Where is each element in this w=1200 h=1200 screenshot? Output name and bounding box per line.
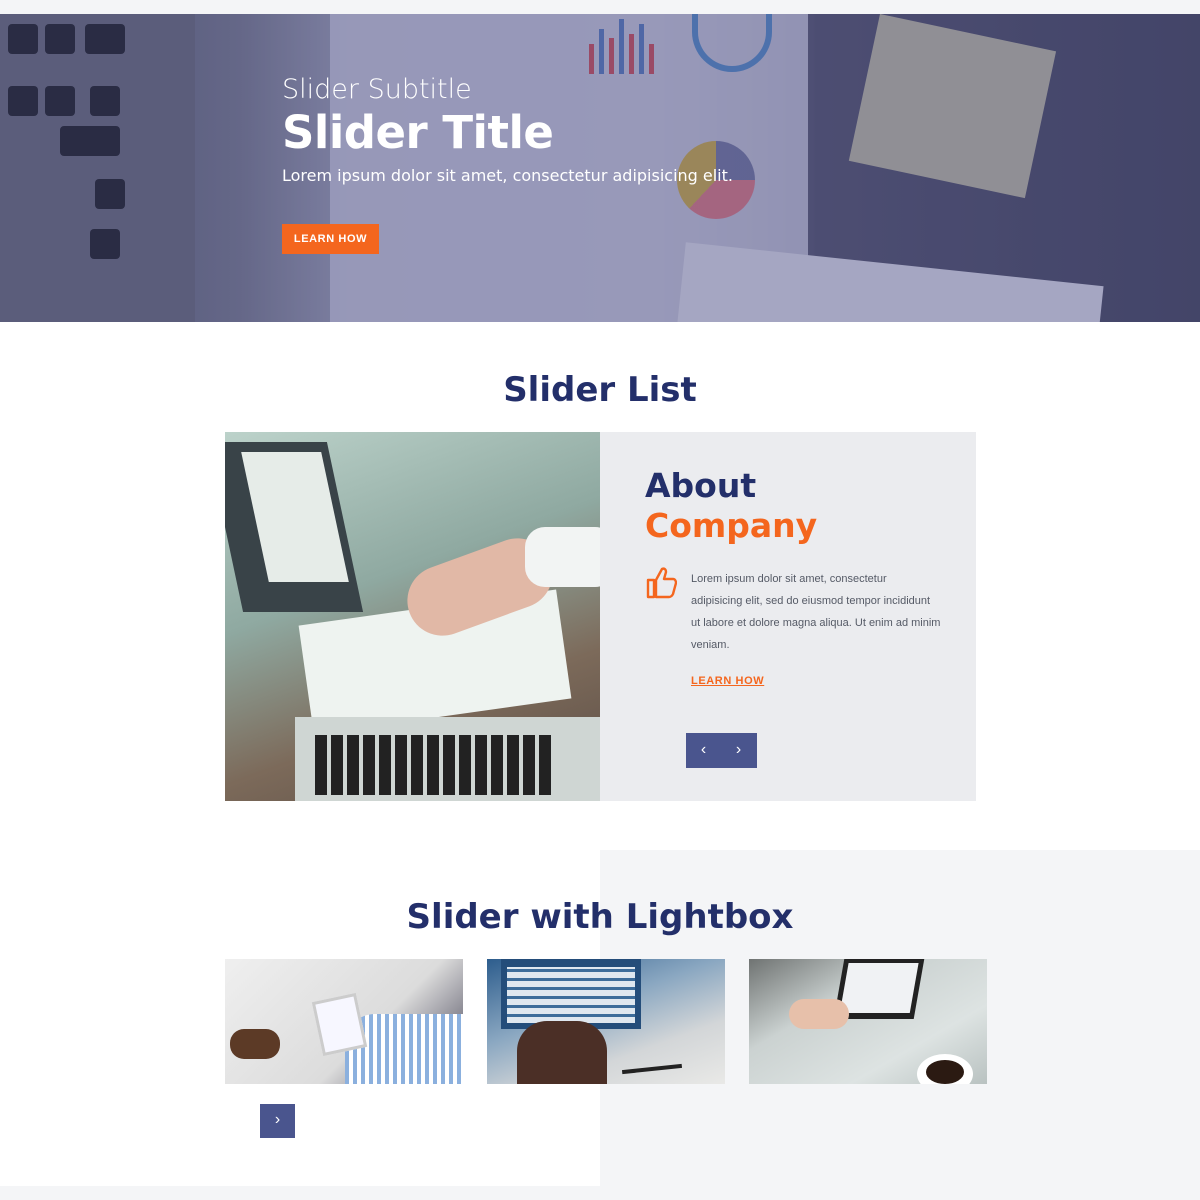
coffee-cup-graphic [917, 1054, 973, 1084]
keyboard-graphic [295, 717, 600, 801]
lightbox-image-3[interactable] [749, 959, 987, 1084]
prev-arrow-button[interactable]: ‹ [686, 733, 721, 768]
monitor-graphic [501, 959, 641, 1029]
lightbox-title: Slider with Lightbox [406, 897, 794, 937]
card-learn-how-link[interactable]: LEARN HOW [691, 675, 764, 687]
lightbox-next-button[interactable]: › [260, 1104, 295, 1138]
top-strip [0, 0, 1200, 14]
slider-list-image [225, 432, 600, 801]
next-arrow-button[interactable]: › [721, 733, 756, 768]
bottom-strip [0, 1186, 1200, 1200]
hero-title: Slider Title [282, 106, 554, 159]
card-body-text: Lorem ipsum dolor sit amet, consectetur … [691, 573, 941, 651]
lightbox-image-2[interactable] [487, 959, 725, 1084]
hero-subtitle: Slider Subtitle [282, 74, 472, 105]
lightbox-image-1[interactable] [225, 959, 463, 1084]
hero-description: Lorem ipsum dolor sit amet, consectetur … [282, 166, 733, 185]
hero-slider: Slider Subtitle Slider Title Lorem ipsum… [0, 14, 1200, 322]
about-company-card: About Company Lorem ipsum dolor sit amet… [600, 432, 976, 801]
card-heading-line2: Company [645, 506, 818, 545]
thumbs-up-icon [646, 567, 677, 599]
slider-nav: ‹ › [686, 733, 757, 768]
card-heading-line1: About [645, 466, 757, 505]
hero-learn-how-button[interactable]: LEARN HOW [282, 224, 379, 254]
slider-list-title: Slider List [503, 370, 697, 410]
tablet-graphic [311, 992, 368, 1057]
